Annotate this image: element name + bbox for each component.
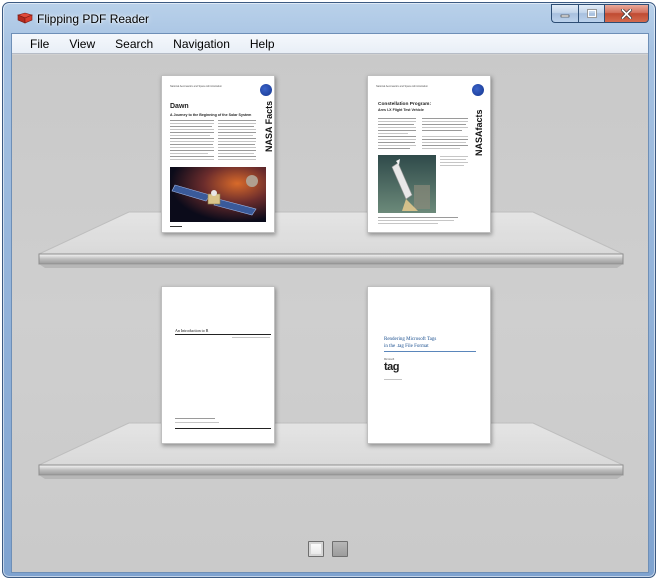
menu-view[interactable]: View — [59, 34, 105, 54]
rocket-launch-image — [378, 155, 436, 213]
book-title: An Introduction to R — [175, 328, 209, 333]
book-app-icon — [17, 12, 33, 24]
page-2-button[interactable] — [332, 541, 348, 557]
menu-search[interactable]: Search — [105, 34, 163, 54]
caption-buttons — [551, 4, 649, 23]
window-title: Flipping PDF Reader — [37, 12, 150, 26]
minimize-icon — [560, 14, 570, 17]
nasa-facts-label: NASA Facts — [264, 100, 274, 152]
maximize-button[interactable] — [578, 4, 604, 23]
nasa-facts-label: NASAfacts — [474, 109, 484, 156]
glass-shelf-top — [33, 210, 629, 272]
nasa-logo-icon — [260, 84, 272, 96]
book-subtitle: A Journey to the Beginning of the Solar … — [170, 113, 252, 117]
maximize-icon — [586, 9, 597, 18]
app-window: Flipping PDF Reader File View Search Nav… — [2, 2, 656, 578]
book-title: Constellation Program: — [378, 102, 432, 107]
glass-shelf-graphic — [38, 211, 624, 268]
book-dawn[interactable]: National Aeronautics and Space Administr… — [161, 75, 275, 233]
glass-shelf-bottom — [33, 421, 629, 483]
book-title-line2: in the .tag File Format — [384, 344, 429, 349]
tag-logo: tag — [384, 361, 400, 373]
close-button[interactable] — [604, 4, 649, 23]
title-bar[interactable]: Flipping PDF Reader — [3, 3, 655, 33]
menu-help[interactable]: Help — [240, 34, 285, 54]
book-title-line1: Rendering Microsoft Tags — [384, 337, 437, 342]
page-1-button[interactable] — [308, 541, 324, 557]
book-header: National Aeronautics and Space Administr… — [170, 85, 222, 88]
book-constellation[interactable]: National Aeronautics and Space Administr… — [367, 75, 491, 233]
book-title: Dawn — [170, 103, 189, 110]
book-microsoft-tags[interactable]: Rendering Microsoft Tags in the .tag Fil… — [367, 286, 491, 444]
bookshelf-view: National Aeronautics and Space Administr… — [12, 55, 648, 572]
close-icon — [621, 8, 632, 19]
book-subtitle: Ares I-X Flight Test Vehicle — [378, 108, 424, 112]
page-navigation — [308, 541, 348, 557]
menu-bar: File View Search Navigation Help — [12, 34, 648, 54]
nasa-logo-icon — [472, 84, 484, 96]
minimize-button[interactable] — [551, 4, 578, 23]
book-header: National Aeronautics and Space Administr… — [376, 85, 428, 88]
book-intro-to-r[interactable]: An Introduction to R — [161, 286, 275, 444]
spacecraft-image — [170, 167, 266, 222]
client-area: File View Search Navigation Help Nationa… — [11, 33, 649, 573]
menu-navigation[interactable]: Navigation — [163, 34, 240, 54]
glass-shelf-graphic — [38, 422, 624, 479]
menu-file[interactable]: File — [20, 34, 59, 54]
